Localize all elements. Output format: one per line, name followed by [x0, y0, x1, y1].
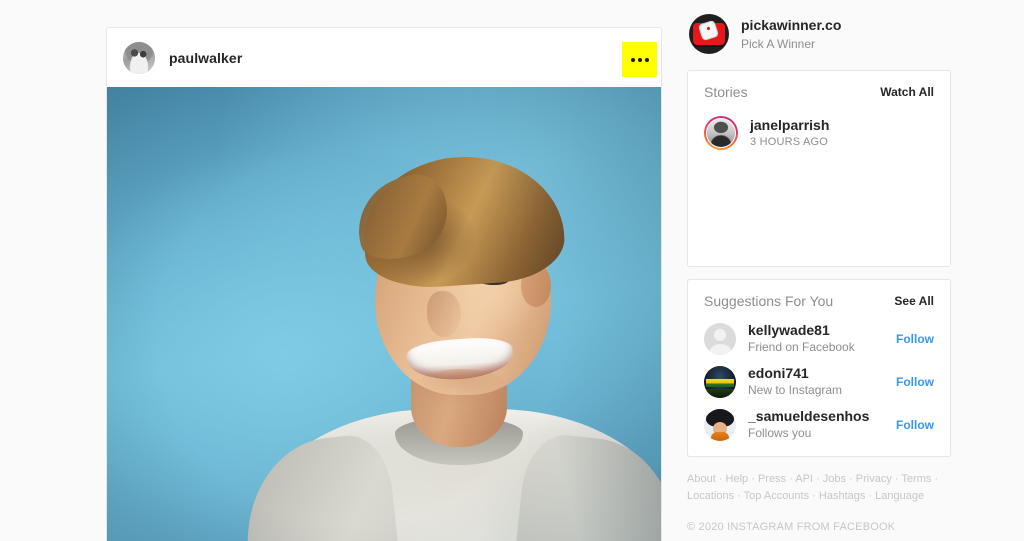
suggestions-title: Suggestions For You — [704, 293, 834, 309]
cartoon-avatar-body — [711, 431, 729, 441]
dice-pip — [707, 27, 710, 30]
sidebar-profile-name[interactable]: pickawinner.co — [741, 16, 841, 35]
footer-link-top-accounts[interactable]: Top Accounts — [744, 490, 809, 502]
post-author-avatar[interactable] — [123, 41, 155, 74]
stories-list: janelparrish 3 HOURS AGO — [688, 106, 950, 156]
ellipsis-horizontal-icon — [644, 57, 649, 62]
suggestion-item: _samueldesenhos Follows you Follow — [704, 403, 934, 446]
post-header: paulwalker — [107, 28, 661, 87]
feed-column: paulwalker — [106, 27, 662, 541]
follow-button[interactable]: Follow — [890, 418, 934, 432]
footer-link-press[interactable]: Press — [758, 473, 786, 485]
footer-link-api[interactable]: API — [795, 473, 813, 485]
footer-link-locations[interactable]: Locations — [687, 490, 734, 502]
stories-header: Stories Watch All — [688, 71, 950, 106]
suggestion-reason: Friend on Facebook — [748, 340, 855, 355]
footer-separator: · — [931, 473, 939, 485]
suggestions-header: Suggestions For You See All — [688, 280, 950, 315]
ellipsis-horizontal-icon — [637, 57, 642, 62]
footer-link-help[interactable]: Help — [726, 473, 749, 485]
sidebar-profile-subtitle: Pick A Winner — [741, 36, 816, 51]
story-timestamp: 3 HOURS AGO — [750, 136, 828, 149]
user-photo-avatar-icon — [123, 41, 155, 74]
story-avatar-ring[interactable] — [704, 116, 738, 150]
dice-logo-icon[interactable] — [689, 14, 729, 54]
stories-card: Stories Watch All janelparrish 3 HOURS A… — [687, 70, 951, 267]
follow-button[interactable]: Follow — [890, 332, 934, 346]
story-meta: janelparrish 3 HOURS AGO — [750, 116, 829, 149]
footer-separator: · — [891, 473, 902, 485]
poster-avatar-icon[interactable] — [704, 365, 736, 398]
footer-link-language[interactable]: Language — [875, 490, 924, 502]
footer-links-line-1: About · Help · Press · API · Jobs · Priv… — [687, 471, 951, 488]
footer-separator: · — [786, 473, 796, 485]
footer-separator: · — [865, 490, 876, 503]
footer-link-about[interactable]: About — [687, 473, 716, 485]
suggestion-username[interactable]: kellywade81 — [748, 321, 890, 339]
suggestion-reason: New to Instagram — [748, 383, 843, 398]
footer-links-line-2: Locations · Top Accounts · Hashtags · La… — [687, 488, 951, 505]
story-item[interactable]: janelparrish 3 HOURS AGO — [704, 110, 934, 156]
post-photo[interactable] — [107, 87, 661, 541]
story-avatar-icon — [706, 118, 736, 148]
sidebar-profile-meta: pickawinner.co Pick A Winner — [741, 16, 841, 52]
suggestion-username[interactable]: edoni741 — [748, 364, 890, 382]
photo-vignette — [107, 87, 661, 541]
footer-separator: · — [715, 473, 726, 485]
sidebar-footer: About · Help · Press · API · Jobs · Priv… — [687, 471, 951, 536]
suggestion-meta: _samueldesenhos Follows you — [748, 407, 890, 442]
suggestion-item: kellywade81 Friend on Facebook Follow — [704, 317, 934, 360]
stories-title: Stories — [704, 84, 748, 100]
suggestion-item: edoni741 New to Instagram Follow — [704, 360, 934, 403]
watch-all-link[interactable]: Watch All — [880, 85, 934, 99]
post-author-username[interactable]: paulwalker — [169, 50, 242, 66]
cartoon-avatar-icon[interactable] — [704, 408, 736, 441]
suggestion-reason: Follows you — [748, 426, 812, 441]
footer-link-privacy[interactable]: Privacy — [856, 473, 892, 485]
suggestions-card: Suggestions For You See All kellywade81 … — [687, 279, 951, 457]
footer-link-hashtags[interactable]: Hashtags — [819, 490, 865, 502]
follow-button[interactable]: Follow — [890, 375, 934, 389]
footer-separator: · — [846, 473, 856, 485]
footer-separator: · — [734, 490, 744, 503]
suggestion-meta: edoni741 New to Instagram — [748, 364, 890, 399]
footer-copyright: © 2020 INSTAGRAM FROM FACEBOOK — [687, 521, 896, 534]
footer-separator: · — [812, 473, 823, 485]
ellipsis-horizontal-icon — [630, 57, 635, 62]
sidebar: pickawinner.co Pick A Winner Stories Wat… — [687, 10, 951, 536]
see-all-link[interactable]: See All — [894, 294, 934, 308]
post-options-button[interactable] — [622, 42, 657, 77]
sidebar-profile[interactable]: pickawinner.co Pick A Winner — [687, 10, 951, 58]
app-root: paulwalker pickawinner.co Pick A Winner … — [0, 0, 1024, 541]
post-card: paulwalker — [106, 27, 662, 541]
footer-link-jobs[interactable]: Jobs — [823, 473, 846, 485]
default-person-avatar-icon[interactable] — [704, 322, 736, 355]
story-username[interactable]: janelparrish — [750, 116, 829, 134]
suggestions-list: kellywade81 Friend on Facebook Follow ed… — [688, 315, 950, 446]
suggestion-username[interactable]: _samueldesenhos — [748, 407, 890, 425]
footer-link-terms[interactable]: Terms — [901, 473, 931, 485]
footer-separator: · — [748, 473, 758, 485]
suggestion-meta: kellywade81 Friend on Facebook — [748, 321, 890, 356]
footer-separator: · — [809, 490, 819, 503]
